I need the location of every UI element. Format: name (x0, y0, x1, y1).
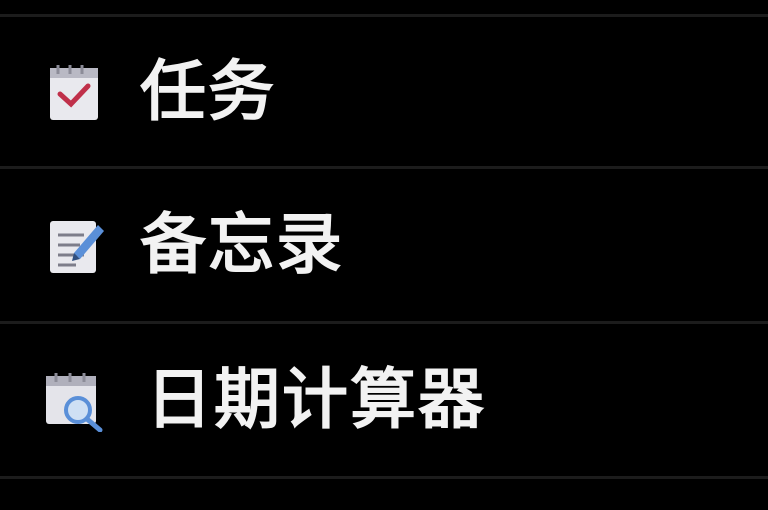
menu-item-date-calculator[interactable]: 日期计算器 (0, 324, 768, 479)
menu-item-label: 任务 (140, 52, 276, 130)
menu-item-tasks[interactable]: 任务 (0, 14, 768, 169)
date-calculator-magnifier-icon (44, 368, 106, 432)
memo-pen-icon (44, 213, 106, 277)
menu-item-label: 备忘录 (140, 206, 344, 283)
menu-item-label: 日期计算器 (146, 361, 486, 438)
menu-list: 任务 备忘录 日期计算器 (0, 14, 768, 479)
menu-item-memo[interactable]: 备忘录 (0, 169, 768, 324)
task-checklist-icon (44, 60, 106, 124)
app-screen: 任务 备忘录 日期计算器 (0, 0, 768, 510)
